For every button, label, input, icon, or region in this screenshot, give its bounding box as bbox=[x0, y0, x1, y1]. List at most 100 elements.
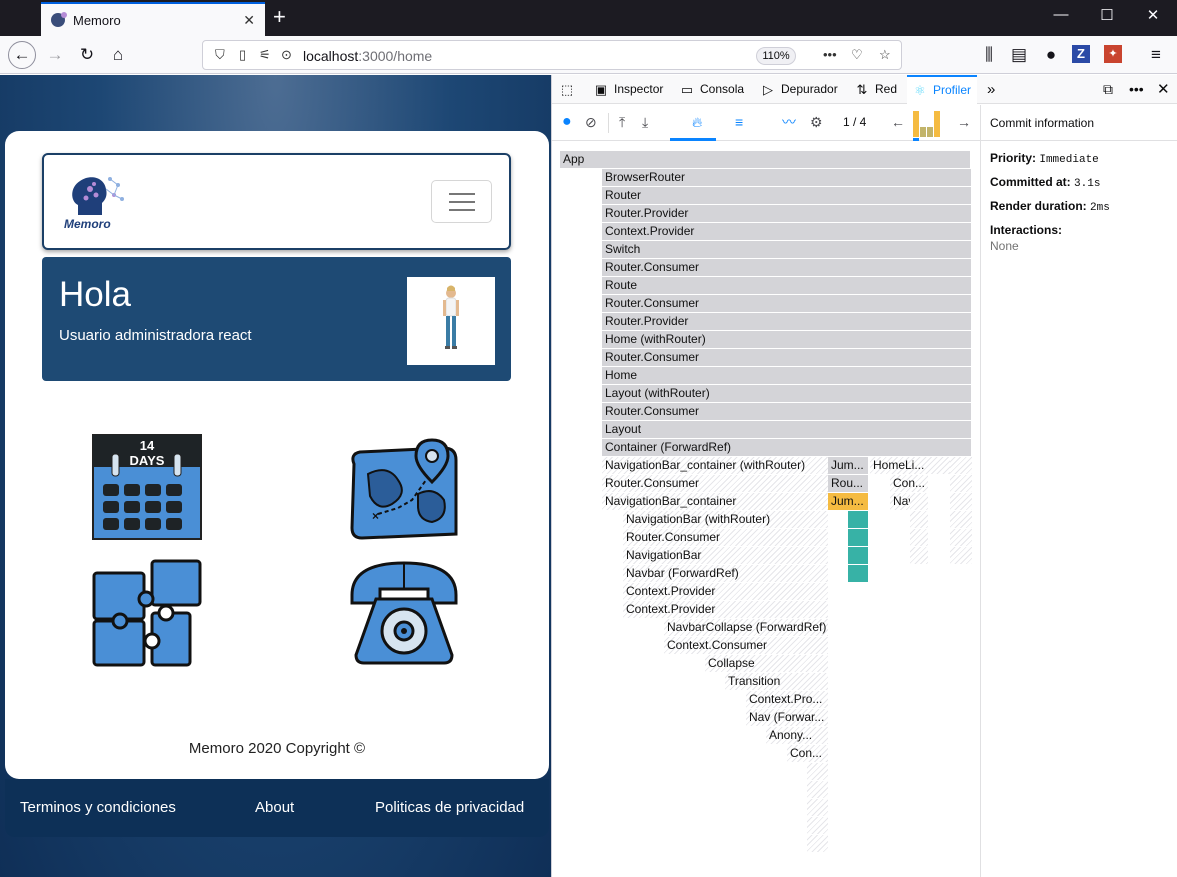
flame-chart-icon[interactable]: 🔥︎ bbox=[692, 114, 702, 130]
flame-bar[interactable]: Router.Consumer bbox=[623, 529, 828, 546]
flame-bar[interactable]: Router.Consumer bbox=[602, 295, 971, 312]
telephone-icon[interactable] bbox=[348, 559, 460, 667]
tab-debugger[interactable]: ▷ Depurador bbox=[761, 75, 838, 104]
navbar-toggler-button[interactable] bbox=[431, 180, 492, 223]
interactions-icon[interactable]: 〰 bbox=[782, 114, 796, 130]
bookmark-star-icon[interactable]: ☆ bbox=[879, 47, 891, 63]
tab-inspector[interactable]: ▣ Inspector bbox=[594, 75, 664, 104]
flame-bar[interactable]: Router.Consumer bbox=[602, 475, 828, 492]
zoom-badge[interactable]: 110% bbox=[756, 47, 796, 65]
record-icon[interactable]: ● bbox=[562, 114, 572, 130]
ranked-chart-icon[interactable]: ≡ bbox=[735, 114, 743, 130]
flame-bar[interactable] bbox=[950, 547, 972, 564]
flame-bar[interactable]: Context.Pro... bbox=[746, 691, 828, 708]
flame-bar[interactable] bbox=[950, 511, 972, 528]
flame-bar[interactable] bbox=[910, 529, 928, 546]
flame-bar[interactable] bbox=[848, 529, 868, 546]
more-tabs-icon[interactable]: » bbox=[987, 75, 995, 104]
flame-bar[interactable] bbox=[950, 493, 972, 510]
dock-icon[interactable]: ⧉ bbox=[1103, 75, 1113, 104]
flame-bar[interactable] bbox=[848, 565, 868, 582]
flame-bar[interactable]: Router.Consumer bbox=[602, 259, 971, 276]
shield-icon[interactable]: ⛉ bbox=[215, 47, 225, 63]
flame-bar[interactable]: NavbarCollapse (ForwardRef) bbox=[664, 619, 828, 636]
reload-button[interactable]: ↻ bbox=[74, 42, 100, 68]
next-commit-icon[interactable]: → bbox=[957, 114, 971, 130]
flame-bar[interactable]: Context.Provider bbox=[623, 583, 828, 600]
flame-bar[interactable]: Rou... bbox=[828, 475, 868, 492]
map-location-icon[interactable]: × bbox=[348, 434, 460, 542]
flame-bar[interactable]: App bbox=[560, 151, 970, 168]
footer-link-terms[interactable]: Terminos y condiciones bbox=[20, 799, 176, 816]
flame-bar[interactable] bbox=[807, 799, 828, 816]
close-devtools-icon[interactable]: ✕ bbox=[1157, 75, 1170, 104]
menu-icon[interactable]: ≡ bbox=[1143, 42, 1169, 68]
flame-bar[interactable] bbox=[807, 763, 828, 780]
library-icon[interactable]: ⫼ bbox=[976, 42, 1002, 68]
flame-bar[interactable] bbox=[910, 493, 928, 510]
prev-commit-icon[interactable]: ← bbox=[891, 114, 905, 130]
flame-bar[interactable]: Con... bbox=[787, 745, 828, 762]
pocket-icon[interactable]: ♡ bbox=[851, 47, 863, 63]
flame-bar[interactable]: Nav (Forwar... bbox=[746, 709, 828, 726]
flame-bar[interactable]: NavigationBar bbox=[623, 547, 828, 564]
flame-bar[interactable]: Router.Provider bbox=[602, 205, 971, 222]
flame-bar[interactable]: Con... bbox=[890, 475, 928, 492]
flame-bar[interactable]: Context.Consumer bbox=[664, 637, 828, 654]
flame-bar[interactable]: Router.Consumer bbox=[602, 349, 971, 366]
puzzle-icon[interactable] bbox=[92, 559, 204, 667]
flame-bar[interactable]: Router bbox=[602, 187, 971, 204]
tab-console[interactable]: ▭ Consola bbox=[680, 75, 744, 104]
clear-icon[interactable]: ⊘ bbox=[585, 114, 597, 130]
close-window-button[interactable]: ✕ bbox=[1138, 6, 1168, 24]
commit-bars[interactable] bbox=[913, 109, 943, 141]
tab-network[interactable]: ⇅ Red bbox=[855, 75, 897, 104]
element-picker-button[interactable]: ⬚ bbox=[560, 75, 580, 104]
flame-bar[interactable]: Transition bbox=[725, 673, 828, 690]
page-actions-icon[interactable]: ••• bbox=[823, 47, 837, 62]
flame-bar[interactable]: Container (ForwardRef) bbox=[602, 439, 971, 456]
flame-bar[interactable]: NavigationBar_container bbox=[602, 493, 828, 510]
browser-tab[interactable]: Memoro ✕ bbox=[41, 2, 265, 36]
upload-icon[interactable]: ⤒ bbox=[619, 114, 625, 130]
url-bar[interactable]: ⛉ ▯ ⚟ ⊙ localhost:3000/home 110% ••• ♡ ☆ bbox=[202, 40, 902, 70]
flame-bar[interactable] bbox=[807, 781, 828, 798]
account-icon[interactable]: ● bbox=[1038, 42, 1064, 68]
flame-bar[interactable]: Route bbox=[602, 277, 971, 294]
flame-bar[interactable] bbox=[848, 547, 868, 564]
flame-bar[interactable]: Layout (withRouter) bbox=[602, 385, 971, 402]
flame-bar[interactable]: NavigationBar_container (withRouter) bbox=[602, 457, 828, 474]
minimize-button[interactable]: — bbox=[1046, 6, 1076, 23]
flame-bar[interactable] bbox=[950, 457, 972, 474]
flame-bar[interactable]: Jum... bbox=[828, 457, 868, 474]
flame-bar[interactable]: Context.Provider bbox=[623, 601, 828, 618]
flame-bar[interactable] bbox=[807, 817, 828, 834]
flame-bar[interactable]: Context.Provider bbox=[602, 223, 971, 240]
home-button[interactable]: ⌂ bbox=[105, 42, 131, 68]
flame-bar[interactable]: NavigationBar (withRouter) bbox=[623, 511, 828, 528]
flame-bar[interactable] bbox=[910, 547, 928, 564]
permissions-icon[interactable]: ⚟ bbox=[259, 47, 271, 63]
zotero-extension-icon[interactable]: Z bbox=[1072, 45, 1090, 63]
flame-bar[interactable]: BrowserRouter bbox=[602, 169, 971, 186]
flame-bar[interactable]: Router.Consumer bbox=[602, 403, 971, 420]
close-tab-icon[interactable]: ✕ bbox=[243, 12, 255, 29]
flame-bar[interactable]: Collapse bbox=[705, 655, 828, 672]
memoro-logo[interactable]: Memoro bbox=[64, 171, 128, 233]
back-button[interactable]: ← bbox=[8, 41, 36, 69]
extension-icon[interactable]: ✦ bbox=[1104, 45, 1122, 63]
flame-bar[interactable]: Home (withRouter) bbox=[602, 331, 971, 348]
url-text[interactable]: localhost:3000/home bbox=[303, 48, 432, 64]
flame-bar[interactable]: Router.Provider bbox=[602, 313, 971, 330]
tab-profiler[interactable]: ⚛ Profiler bbox=[907, 75, 978, 104]
flame-bar[interactable]: Switch bbox=[602, 241, 971, 258]
flame-bar[interactable] bbox=[807, 835, 828, 852]
flame-bar[interactable] bbox=[910, 511, 928, 528]
settings-gear-icon[interactable]: ⚙ bbox=[810, 114, 823, 130]
forward-button[interactable]: → bbox=[42, 42, 68, 68]
flame-bar[interactable] bbox=[950, 529, 972, 546]
footer-link-privacy[interactable]: Politicas de privacidad bbox=[375, 799, 524, 816]
sidebar-icon[interactable]: ▤ bbox=[1006, 42, 1032, 68]
download-icon[interactable]: ⤓ bbox=[642, 114, 648, 130]
footer-link-about[interactable]: About bbox=[255, 799, 294, 816]
